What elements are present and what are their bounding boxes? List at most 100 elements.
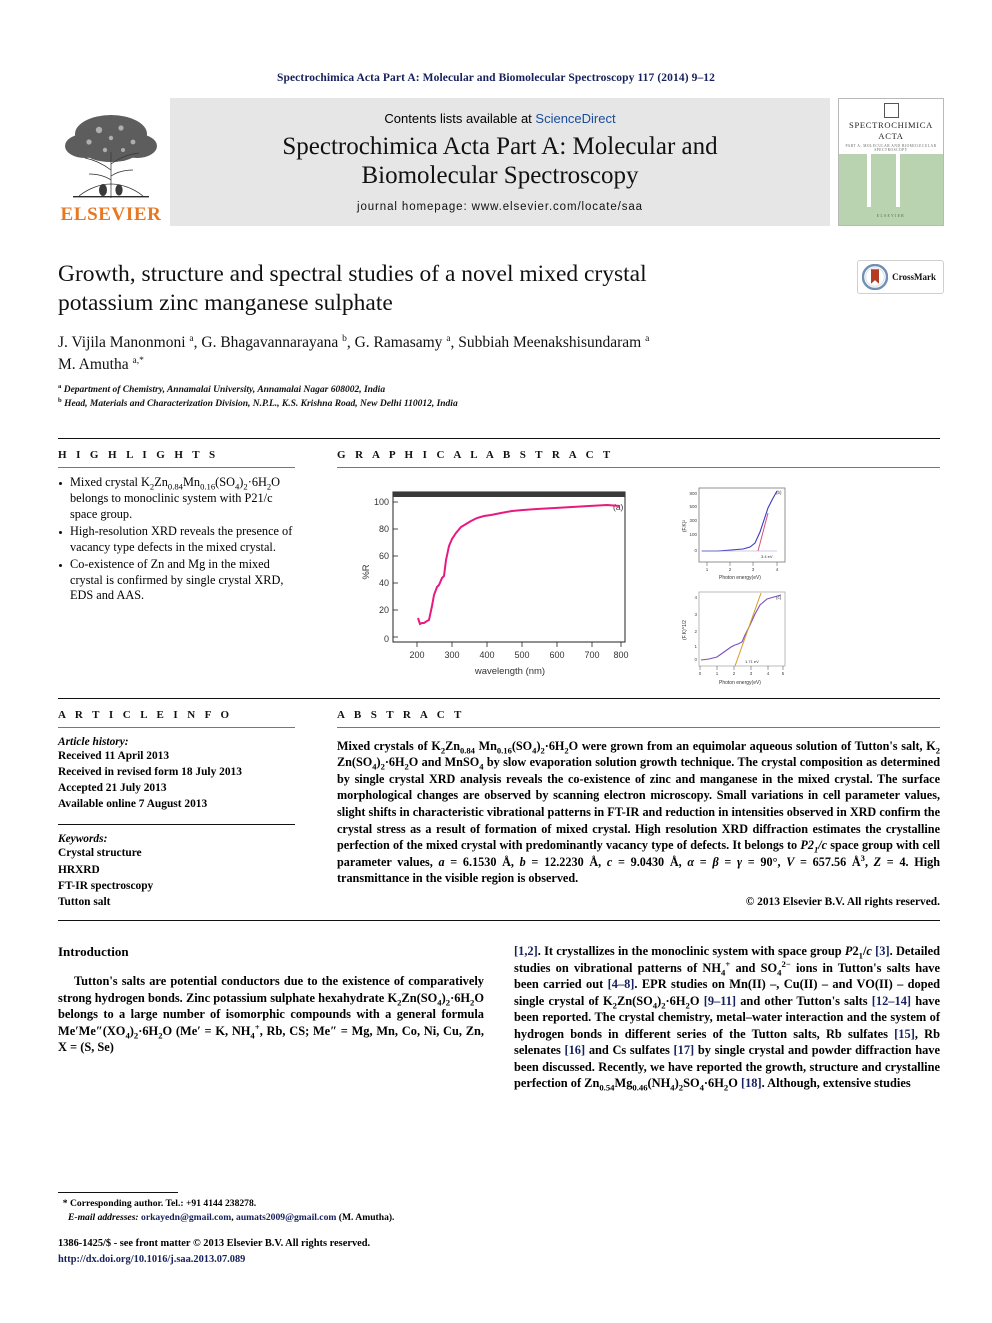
body-column-left: Introduction Tutton's salts are potentia…: [58, 943, 484, 1092]
banner-center: Contents lists available at ScienceDirec…: [170, 98, 830, 226]
intro-paragraph-left: Tutton's salts are potential conductors …: [58, 974, 485, 1055]
crossmark-icon: [862, 264, 889, 290]
doi-link[interactable]: http://dx.doi.org/10.1016/j.saa.2013.07.…: [58, 1252, 370, 1268]
chart-c-annotation: 1.71 eV: [745, 659, 759, 664]
footnote-corresponding: * Corresponding author. Tel.: +91 4144 2…: [58, 1198, 257, 1209]
cover-title: SPECTROCHIMICA ACTA: [839, 120, 943, 141]
svg-text:300: 300: [444, 650, 459, 660]
cover-green-panel: ELSEVIER: [839, 154, 943, 225]
article-history-list: Received 11 April 2013 Received in revis…: [58, 748, 295, 813]
chart-side-panels: 800 500 300 100 0 1 2 3 4 Photon energy(…: [682, 487, 786, 686]
author-list: J. Vijila Manonmoni a, G. Bhagavannaraya…: [58, 334, 650, 373]
svg-text:0: 0: [699, 671, 702, 676]
graphical-abstract-figure: 100 80 60 40 20 0 200 300 400 500 600 70…: [337, 480, 940, 692]
zone-row-abstract: A R T I C L E I N F O Article history: R…: [58, 699, 940, 911]
highlights-graphical-zone: H I G H L I G H T S Mixed crystal K2Zn0.…: [58, 437, 940, 699]
history-item: Received in revised form 18 July 2013: [58, 765, 242, 778]
svg-text:1: 1: [706, 567, 709, 572]
journal-homepage-link[interactable]: journal homepage: www.elsevier.com/locat…: [357, 201, 643, 213]
chart-a-xlabel: wavelength (nm): [474, 666, 545, 677]
svg-text:300: 300: [689, 518, 697, 523]
svg-text:2: 2: [733, 671, 736, 676]
keywords-block: Keywords: Crystal structure HRXRD FT-IR …: [58, 833, 295, 910]
abstract-heading: A B S T R A C T: [337, 708, 465, 721]
svg-text:4: 4: [776, 567, 779, 572]
svg-text:400: 400: [479, 650, 494, 660]
journal-cover-thumbnail: SPECTROCHIMICA ACTA PART A: MOLECULAR AN…: [838, 98, 944, 226]
history-item: Available online 7 August 2013: [58, 798, 208, 811]
body-column-right: [1,2]. It crystallizes in the monoclinic…: [514, 943, 940, 1092]
svg-text:4: 4: [694, 595, 697, 600]
sciencedirect-link[interactable]: ScienceDirect: [535, 111, 615, 126]
keyword-item: Tutton salt: [58, 895, 111, 908]
keyword-item: Crystal structure: [58, 847, 142, 860]
chart-panel-c: 4 3 2 1 0 0 1 2 3 4 5 Photon energy(eV) …: [682, 591, 786, 686]
email-link-1[interactable]: orkayedn@gmail.com: [141, 1212, 231, 1223]
list-item: Co-existence of Zn and Mg in the mixed c…: [58, 557, 295, 605]
graphical-abstract-heading: G R A P H I C A L A B S T R A C T: [337, 448, 614, 461]
affiliation-list: a Department of Chemistry, Annamalai Uni…: [58, 382, 940, 412]
crossmark-box[interactable]: CrossMark: [857, 260, 944, 294]
svg-text:0: 0: [384, 634, 389, 644]
svg-text:2: 2: [694, 629, 697, 634]
svg-text:3: 3: [750, 671, 753, 676]
title-line-1: Growth, structure and spectral studies o…: [58, 261, 647, 287]
keywords-divider: [58, 824, 295, 826]
articleinfo-abstract-zone: A R T I C L E I N F O Article history: R…: [58, 699, 940, 922]
affiliation-b: b Head, Materials and Characterization D…: [58, 396, 458, 409]
chart-a-legend: (a): [613, 502, 624, 512]
keyword-item: HRXRD: [58, 863, 100, 876]
history-item: Received 11 April 2013: [58, 749, 170, 762]
intro-paragraph-right: [1,2]. It crystallizes in the monoclinic…: [514, 944, 940, 1093]
article-history-label: Article history:: [58, 735, 129, 748]
footnote-corresponding-text: Corresponding author. Tel.: +91 4144 238…: [70, 1198, 257, 1209]
svg-text:600: 600: [549, 650, 564, 660]
journal-title-line1: Spectrochimica Acta Part A: Molecular an…: [282, 133, 718, 160]
highlights-heading: H I G H L I G H T S: [58, 448, 219, 461]
crossmark-label: CrossMark: [892, 272, 936, 282]
footnote-rule: [58, 1192, 178, 1193]
article-info-heading: A R T I C L E I N F O: [58, 708, 233, 721]
abstract-copyright: © 2013 Elsevier B.V. All rights reserved…: [745, 895, 940, 908]
chart-b-legend: (b): [776, 490, 782, 495]
svg-text:1: 1: [716, 671, 719, 676]
svg-text:800: 800: [689, 491, 697, 496]
svg-text:100: 100: [374, 497, 389, 507]
chart-c-ylabel: (F.K)^1/2: [682, 619, 688, 639]
svg-text:500: 500: [689, 504, 697, 509]
page-title: Growth, structure and spectral studies o…: [58, 260, 758, 317]
chart-b-xlabel: Photon energy(eV): [719, 575, 761, 581]
keywords-label: Keywords:: [58, 833, 108, 846]
email-link-2[interactable]: aumats2009@gmail.com: [236, 1212, 336, 1223]
article-info-rule: [58, 726, 295, 728]
svg-text:500: 500: [514, 650, 529, 660]
title-block: CrossMark Growth, structure and spectral…: [58, 260, 944, 412]
svg-text:2: 2: [729, 567, 732, 572]
list-item: High-resolution XRD reveals the presence…: [58, 524, 295, 556]
affiliation-a: a Department of Chemistry, Annamalai Uni…: [58, 382, 386, 396]
running-head: Spectrochimica Acta Part A: Molecular an…: [276, 72, 715, 84]
svg-text:100: 100: [689, 532, 697, 537]
keywords-list: Crystal structure HRXRD FT-IR spectrosco…: [58, 845, 295, 910]
list-item: Mixed crystal K2Zn0.84Mn0.16(SO4)2·6H2O …: [58, 475, 295, 523]
elsevier-logo: ELSEVIER: [52, 98, 170, 226]
svg-text:3: 3: [752, 567, 755, 572]
body-columns: Introduction Tutton's salts are potentia…: [58, 943, 940, 1092]
svg-text:200: 200: [409, 650, 424, 660]
keyword-item: FT-IR spectroscopy: [58, 879, 154, 892]
svg-text:0: 0: [694, 657, 697, 662]
svg-text:4: 4: [767, 671, 770, 676]
zone-row-highlights: H I G H L I G H T S Mixed crystal K2Zn0.…: [58, 439, 940, 692]
section-heading-introduction: Introduction: [58, 944, 129, 960]
svg-text:60: 60: [379, 551, 389, 561]
cover-mini-logo-icon: [883, 103, 899, 118]
contents-prefix: Contents lists available at: [384, 111, 536, 126]
cover-title-line2: ACTA: [878, 130, 904, 141]
crossmark-badge[interactable]: CrossMark: [857, 260, 944, 294]
chart-b-annotation: 3.4 eV: [761, 554, 773, 559]
footnote-email: E-mail addresses: orkayedn@gmail.com, au…: [68, 1212, 395, 1224]
abstract-text: Mixed crystals of K2Zn0.84 Mn0.16(SO4)2·…: [337, 738, 941, 886]
journal-banner: ELSEVIER Contents lists available at Sci…: [52, 98, 944, 226]
chart-panel-a: 100 80 60 40 20 0 200 300 400 500 600 70…: [361, 491, 629, 677]
cover-subtitle: PART A: MOLECULAR AND BIOMOLECULAR SPECT…: [845, 144, 937, 153]
